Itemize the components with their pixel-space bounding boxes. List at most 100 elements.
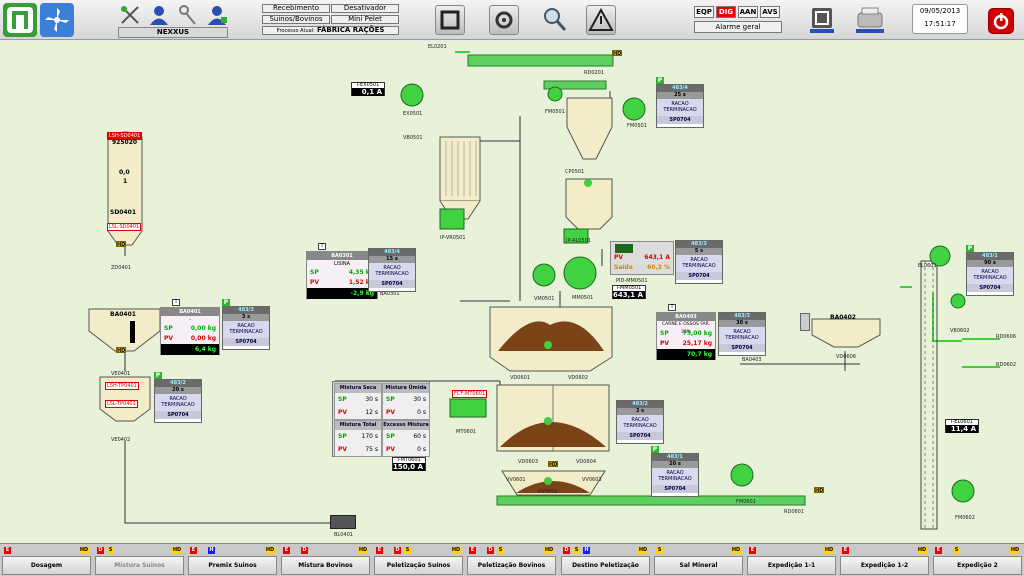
- hd-badge-vv0602: HD: [548, 461, 558, 468]
- mix-seca-box[interactable]: Mistura Seca SP 30 s PV 12 s: [334, 383, 382, 420]
- server-icon[interactable]: [808, 5, 836, 35]
- pv-value: 75 s: [365, 446, 378, 453]
- mode-eqp-button[interactable]: EQP: [694, 6, 714, 18]
- status-flag-hd: HD: [358, 547, 368, 554]
- recipe-box-r9[interactable]: 483/1 20 s RACAO TERMINACAO SP0704: [651, 453, 699, 497]
- nexxus-label: NEXXUS: [118, 27, 228, 38]
- mix-total-title: Mistura Total: [335, 421, 381, 430]
- tag-rd0602: RD0602: [996, 362, 1017, 368]
- nav-button-1[interactable]: Mistura Suinos: [95, 556, 184, 575]
- status-flag-hd: HD: [731, 547, 741, 554]
- keys-icon[interactable]: [177, 4, 199, 26]
- fcf-mt0601-sensor[interactable]: FCF-MT0601: [452, 390, 488, 398]
- pid-pv-row: PV 643,1 A: [611, 253, 673, 263]
- mix-excesso-box[interactable]: Excesso Mistura SP 60 s PV 0 s: [382, 420, 430, 457]
- printer-icon[interactable]: [854, 5, 886, 35]
- process-desativador-button[interactable]: Desativador: [331, 4, 399, 13]
- sp-value: 0,00 kg: [190, 325, 216, 332]
- nav-button-7[interactable]: Sal Mineral: [654, 556, 743, 575]
- mode-aan-button[interactable]: AAN: [738, 6, 758, 18]
- mix-sp-row: SP 60 s: [383, 430, 429, 443]
- dosing-title: BA0401: [161, 308, 219, 316]
- user-icon[interactable]: [148, 4, 170, 26]
- tag-fm0501b: FM0501: [627, 123, 647, 129]
- recipe-box-r6[interactable]: 483/3 30 s RACAO TERMINACAO SP0704: [718, 312, 766, 356]
- home-button[interactable]: [435, 5, 465, 35]
- recipe-time: 5 s: [676, 248, 722, 255]
- lsh-tp0401-sensor[interactable]: LSH-TP0401: [105, 382, 139, 390]
- recipe-box-r7[interactable]: 483/1 90 s RACAO TERMINACAO SP0704: [966, 252, 1014, 296]
- recipe-sp: SP0704: [223, 338, 269, 346]
- recipe-product: RACAO TERMINACAO: [652, 468, 698, 485]
- pid-mm0501-panel[interactable]: PV 643,1 A Saída 60,2 %: [610, 241, 674, 275]
- lsl-sd0401-sensor[interactable]: LSL-SD0401: [107, 223, 142, 231]
- nav-button-6[interactable]: Destino Peletização: [561, 556, 650, 575]
- pid-saida-row: Saída 60,2 %: [611, 263, 673, 273]
- nav-button-10[interactable]: Expedição 2: [933, 556, 1022, 575]
- dosing-panel-ba0403[interactable]: BA0403 CARNE E OSSOS FAR. 38% SP 75,00 kg…: [656, 312, 716, 360]
- settings-button[interactable]: [489, 5, 519, 35]
- nav-button-5[interactable]: Peletização Bovinos: [467, 556, 556, 575]
- recipe-box-r5[interactable]: 483/2 20 s RACAO TERMINACAO SP0704: [154, 379, 202, 423]
- user-edit-icon[interactable]: [206, 4, 228, 26]
- tag-ba0403: BA0403: [742, 357, 762, 363]
- hd-badge-zd0401: HD: [116, 241, 126, 248]
- recipe-box-r8[interactable]: 483/2 3 s RACAO TERMINACAO SP0704: [616, 400, 664, 444]
- warning-button[interactable]: [586, 5, 616, 35]
- tag-vv0602: VV0602: [538, 489, 558, 495]
- t-badge-ba0301: T: [318, 243, 326, 250]
- recipe-sp: SP0704: [676, 272, 722, 280]
- nav-button-9[interactable]: Expedição 1-2: [840, 556, 929, 575]
- time-text: 17:51:17: [924, 20, 956, 28]
- nav-button-3[interactable]: Mistura Bovinos: [281, 556, 370, 575]
- recipe-box-r4[interactable]: 483/3 3 s RACAO TERMINACAO SP0704: [222, 306, 270, 350]
- top-toolbar: NEXXUS Recebimento Desativador Suinos/Bo…: [0, 0, 1024, 40]
- recipe-product: RACAO TERMINACAO: [223, 321, 269, 338]
- general-alarm-button[interactable]: Alarme geral: [694, 21, 782, 33]
- tag-ve0401: VE0401: [111, 371, 131, 377]
- pv-label: PV: [386, 409, 396, 416]
- current-process-display: Processo Atual: FÁBRICA RAÇÕES: [262, 26, 399, 35]
- ba0402-valve-icon[interactable]: [800, 313, 810, 331]
- process-suinos-bovinos-button[interactable]: Suinos/Bovinos: [262, 15, 330, 24]
- recipe-code: 483/3: [676, 241, 722, 248]
- nav-button-4[interactable]: Peletização Suínos: [374, 556, 463, 575]
- recipe-time: 20 s: [155, 387, 201, 394]
- mix-umida-box[interactable]: Mistura Úmida SP 30 s PV 0 s: [382, 383, 430, 420]
- ba0402-name: BA0402: [830, 314, 856, 321]
- recipe-time: 3 s: [223, 314, 269, 321]
- process-navigation-bar: Dosagem E HD Mistura Suinos D S HD Premix Suino…: [0, 543, 1024, 576]
- recipe-box-r1[interactable]: 483/4 25 s RACAO TERMINACAO SP0704: [656, 84, 704, 128]
- tools-icon[interactable]: [119, 4, 141, 26]
- bl0401-blower-icon[interactable]: [330, 515, 356, 529]
- process-diagram: EL0201 RD0201 HD I-EX0501 0,1 A EX0501 V…: [0, 41, 1024, 543]
- dosing-panel-ba0401[interactable]: BA0401 - SP 0,00 kg PV 0,00 kg 6,4 kg: [160, 307, 220, 355]
- mode-avs-button[interactable]: AVS: [760, 6, 780, 18]
- windmill-logo-icon[interactable]: [40, 3, 74, 37]
- process-mini-pelet-button[interactable]: Mini Pelet: [331, 15, 399, 24]
- lsl-tp0401-sensor[interactable]: LSL-TP0401: [105, 400, 138, 408]
- tag-fm0501a: FM0501: [545, 109, 565, 115]
- mix-total-box[interactable]: Mistura Total SP 170 s PV 75 s: [334, 420, 382, 457]
- mode-dig-button[interactable]: DIG: [716, 6, 736, 18]
- status-flag-e: E: [469, 547, 476, 554]
- recipe-product: RACAO TERMINACAO: [155, 394, 201, 411]
- recipe-code: 483/3: [719, 313, 765, 320]
- recipe-code: 483/4: [657, 85, 703, 92]
- recipe-product: RACAO TERMINACAO: [719, 327, 765, 344]
- sp-value: 170 s: [361, 433, 379, 440]
- nav-button-0[interactable]: Dosagem: [2, 556, 91, 575]
- nav-button-8[interactable]: Expedição 1-1: [747, 556, 836, 575]
- status-flag-hd: HD: [824, 547, 834, 554]
- search-button[interactable]: [540, 5, 570, 35]
- nav-button-2[interactable]: Premix Suinos: [188, 556, 277, 575]
- process-recebimento-button[interactable]: Recebimento: [262, 4, 330, 13]
- nexxus-logo-icon[interactable]: [3, 3, 37, 37]
- status-flag-d: D: [487, 547, 494, 554]
- recipe-box-r2[interactable]: 483/4 15 s RACAO TERMINACAO SP0704: [368, 248, 416, 292]
- power-off-button[interactable]: [988, 8, 1014, 34]
- status-flag-s: S: [404, 547, 411, 554]
- status-flag-hd: HD: [172, 547, 182, 554]
- recipe-box-r3[interactable]: 483/3 5 s RACAO TERMINACAO SP0704: [675, 240, 723, 284]
- status-flag-h: H: [583, 547, 590, 554]
